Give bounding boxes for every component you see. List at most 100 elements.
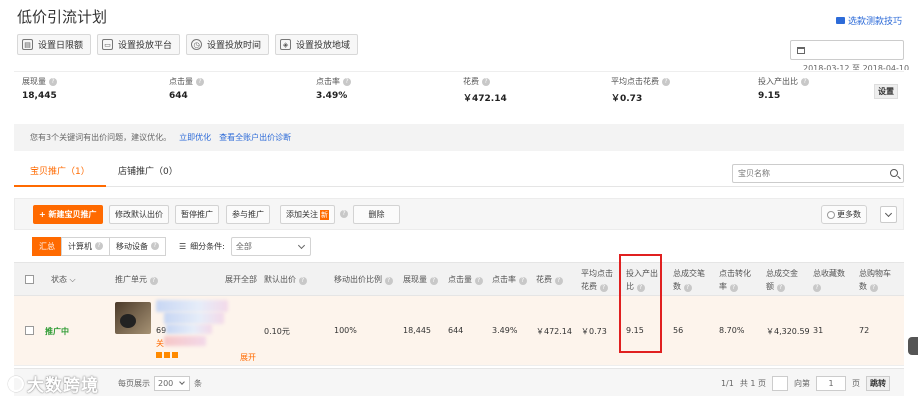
help-icon[interactable]: ? <box>482 77 490 86</box>
filter-mobile[interactable]: 移动设备? <box>109 236 166 256</box>
list-icon: ☰ <box>179 241 187 251</box>
help-icon[interactable]: ? <box>149 277 158 285</box>
delete-button[interactable]: 删除 <box>353 205 400 224</box>
help-icon[interactable]: ? <box>298 277 307 285</box>
th-label: 额 <box>766 282 774 291</box>
search-icon[interactable] <box>890 169 898 177</box>
side-panel-toggle[interactable] <box>908 337 918 355</box>
th-label: 点击量 <box>448 275 472 284</box>
follow-label: 添加关注 <box>286 210 318 219</box>
help-icon: ? <box>151 242 159 250</box>
help-icon[interactable]: ? <box>599 284 608 292</box>
product-title-redacted <box>156 300 228 312</box>
th-cart: 总购物车数 ? <box>859 267 891 293</box>
cell-mobile-ratio: 100% <box>334 326 357 335</box>
stat-value: 18,445 <box>22 91 57 101</box>
help-icon[interactable]: ? <box>776 284 785 292</box>
page-input[interactable]: 1 <box>816 376 846 391</box>
set-platform-button[interactable]: ▭ 设置投放平台 <box>97 34 181 55</box>
th-label: 总收藏数 <box>813 269 845 278</box>
plan-toolbar: ▤ 设置日限额 ▭ 设置投放平台 ◷ 设置投放时间 ◈ 设置投放地域 <box>17 34 359 55</box>
help-icon[interactable]: ? <box>813 284 821 292</box>
notice-text: 您有3个关键词有出价问题，建议优化。 <box>30 133 172 142</box>
help-icon[interactable]: ? <box>343 77 351 86</box>
help-icon[interactable]: ? <box>340 210 348 218</box>
follow-button[interactable]: 添加关注新 <box>280 205 335 224</box>
help-icon[interactable]: ? <box>384 277 393 285</box>
cell-default-bid[interactable]: 0.10元 <box>264 326 290 337</box>
th-label: 移动出价比例 <box>334 275 382 284</box>
stats-settings-button[interactable]: 设置 <box>874 84 898 99</box>
help-icon[interactable]: ? <box>518 277 527 285</box>
help-icon[interactable]: ? <box>869 284 878 292</box>
prev-page-button[interactable] <box>772 376 788 391</box>
help-icon[interactable]: ? <box>801 77 809 86</box>
cell-impressions: 18,445 <box>403 326 431 335</box>
modify-bid-button[interactable]: 修改默认出价 <box>109 205 169 224</box>
help-icon[interactable]: ? <box>554 277 563 285</box>
filter-label: 移动设备 <box>116 241 148 251</box>
expand-link[interactable]: 展开 <box>240 352 256 363</box>
th-clicks: 点击量 ? <box>448 273 483 286</box>
th-gmv: 总成交金额 ? <box>766 267 798 293</box>
help-icon[interactable]: ? <box>49 77 57 86</box>
help-icon[interactable]: ? <box>729 284 738 292</box>
calendar-icon <box>797 47 805 54</box>
help-icon[interactable]: ? <box>429 277 438 285</box>
help-icon[interactable]: ? <box>474 277 483 285</box>
filter-all[interactable]: 汇总 <box>32 236 62 256</box>
roi-highlight <box>619 254 662 353</box>
tab-shop-promotion[interactable]: 店铺推广（0） <box>118 164 178 177</box>
row-checkbox[interactable] <box>25 326 34 335</box>
set-region-button[interactable]: ◈ 设置投放地域 <box>275 34 359 55</box>
table-row: 推广中 69 关 展开 0.10元 100% 18,445 644 3.49% … <box>14 296 904 366</box>
pc-icon <box>156 352 162 358</box>
new-promotion-button[interactable]: + 新建宝贝推广 <box>33 205 103 224</box>
set-daily-limit-button[interactable]: ▤ 设置日限额 <box>17 34 92 55</box>
select-all-checkbox[interactable] <box>25 275 34 284</box>
th-label: 总购物车 <box>859 269 891 278</box>
cell-favorites: 31 <box>813 326 824 335</box>
th-favorites: 总收藏数? <box>813 267 845 293</box>
search-input[interactable] <box>733 165 883 182</box>
stat-value: 3.49% <box>316 91 348 101</box>
unit-tag-redacted <box>164 336 206 346</box>
diagnosis-link[interactable]: 查看全账户出价诊断 <box>219 132 291 143</box>
help-link[interactable]: 选款测款技巧 <box>835 14 902 27</box>
tab-item-promotion[interactable]: 宝贝推广（1） <box>30 164 90 177</box>
clock-icon: ◷ <box>191 39 203 50</box>
optimize-link[interactable]: 立即优化 <box>179 132 211 143</box>
help-icon[interactable]: ? <box>196 77 204 86</box>
help-icon[interactable]: ? <box>683 284 692 292</box>
per-page-control: 每页展示 200 条 <box>118 376 202 391</box>
unit-id-redacted <box>166 324 212 334</box>
more-data-button[interactable]: 更多数 <box>821 205 867 224</box>
stat-clicks: 点击量? 644 <box>169 76 204 101</box>
row-status: 推广中 <box>45 327 69 336</box>
th-avg-cpc: 平均点击 花费 ? <box>581 267 613 293</box>
date-picker[interactable] <box>790 40 904 60</box>
th-unit: 推广单元 ? <box>115 273 158 286</box>
th-label: 默认出价 <box>264 275 296 284</box>
th-label: 花费 <box>581 282 597 291</box>
per-page-select[interactable]: 200 <box>154 376 190 391</box>
stat-label: 点击量 <box>169 77 193 86</box>
product-thumbnail[interactable] <box>115 302 151 334</box>
chevron-down-icon[interactable] <box>880 206 897 223</box>
bid-notice: 您有3个关键词有出价问题，建议优化。 立即优化 查看全账户出价诊断 <box>14 124 904 151</box>
expand-all-link[interactable]: 展开全部 <box>225 273 257 286</box>
watermark-text: 大数跨境 <box>27 376 99 396</box>
th-status[interactable]: 状态 ⌵ <box>51 273 76 286</box>
set-time-button[interactable]: ◷ 设置投放时间 <box>186 34 270 55</box>
segment-select[interactable]: 全部 <box>230 236 311 256</box>
th-ctr: 点击率 ? <box>492 273 527 286</box>
help-icon[interactable]: ? <box>662 77 670 86</box>
jump-button[interactable]: 跳转 <box>866 376 890 391</box>
stat-label: 平均点击花费 <box>611 77 659 86</box>
per-page-unit: 条 <box>194 379 202 388</box>
filter-pc[interactable]: 计算机? <box>61 236 110 256</box>
pause-button[interactable]: 暂停推广 <box>175 205 219 224</box>
join-button[interactable]: 参与推广 <box>226 205 270 224</box>
th-label: 点击率 <box>492 275 516 284</box>
button-label: 设置投放地域 <box>296 41 351 51</box>
